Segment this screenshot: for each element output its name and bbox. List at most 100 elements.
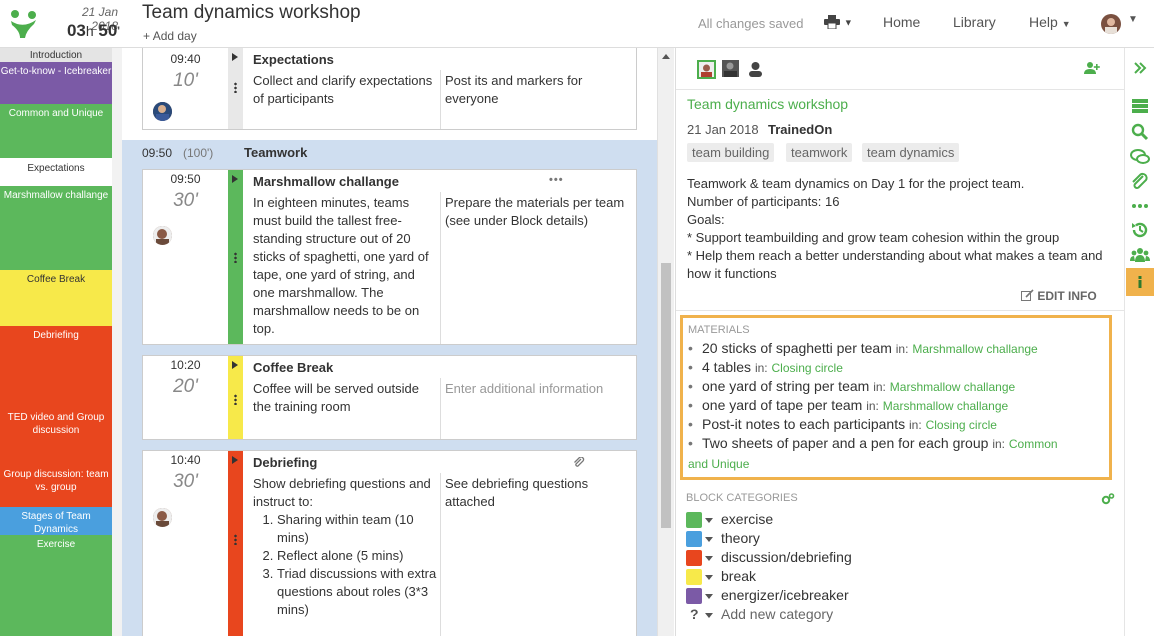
block-description[interactable]: Show debriefing questions and instruct t…: [253, 475, 438, 619]
color-swatch[interactable]: [686, 588, 702, 604]
scroll-up-icon[interactable]: [662, 54, 670, 59]
block-category-bar[interactable]: [228, 48, 243, 129]
timeline-item-ted-video[interactable]: TED video and Group discussion: [0, 408, 112, 465]
block-card-marshmallow[interactable]: 09:50 30' Marshmallow challange ••• In e…: [142, 169, 637, 345]
block-duration[interactable]: 20': [143, 376, 228, 398]
block-description[interactable]: Coffee will be served outside the traini…: [253, 380, 438, 416]
block-card-coffee-break[interactable]: 10:20 20' Coffee Break Coffee will be se…: [142, 355, 637, 440]
timeline-sidebar: Introduction Get-to-know - Icebreaker Co…: [0, 48, 122, 636]
timeline-item-icebreaker[interactable]: Get-to-know - Icebreaker: [0, 62, 112, 104]
timeline-item-marshmallow[interactable]: Marshmallow challange: [0, 186, 112, 270]
section-header[interactable]: 09:50 (100') Teamwork: [122, 142, 657, 166]
block-category-bar[interactable]: [228, 170, 243, 344]
more-options-icon[interactable]: [1130, 196, 1150, 216]
user-avatar[interactable]: [1101, 14, 1121, 34]
block-description[interactable]: Collect and clarify expectations of part…: [253, 72, 438, 108]
app-logo-icon[interactable]: [6, 7, 40, 41]
material-block-link[interactable]: Marshmallow challange: [912, 342, 1037, 356]
material-block-link[interactable]: Marshmallow challange: [890, 380, 1015, 394]
users-icon[interactable]: [1130, 245, 1150, 265]
drag-handle-icon[interactable]: [234, 252, 237, 263]
nav-library[interactable]: Library: [953, 14, 996, 30]
block-notes-placeholder[interactable]: Enter additional information: [445, 380, 635, 398]
double-chevron-right-icon[interactable]: [1130, 58, 1150, 78]
timeline-item-introduction[interactable]: Introduction: [0, 48, 112, 62]
block-duration[interactable]: 30': [143, 190, 228, 212]
timeline-item-debriefing[interactable]: Debriefing: [0, 326, 112, 408]
scrollbar-thumb[interactable]: [661, 263, 671, 528]
block-time[interactable]: 09:40: [143, 52, 228, 66]
block-time[interactable]: 10:20: [143, 358, 228, 372]
block-title[interactable]: Coffee Break: [253, 360, 333, 375]
nav-home[interactable]: Home: [883, 14, 920, 30]
color-swatch[interactable]: [686, 550, 702, 566]
timeline-item-coffee-break[interactable]: Coffee Break: [0, 270, 112, 326]
collaborator-avatar[interactable]: [722, 60, 739, 77]
block-card-expectations[interactable]: 09:40 10' Expectations Collect and clari…: [142, 48, 637, 130]
block-duration[interactable]: 30': [143, 471, 228, 493]
expand-arrow-icon[interactable]: [232, 361, 238, 369]
timeline-item-expectations[interactable]: Expectations: [0, 158, 112, 186]
page-title[interactable]: Team dynamics workshop: [142, 2, 361, 24]
color-swatch[interactable]: [686, 531, 702, 547]
block-notes[interactable]: See debriefing questions attached: [445, 475, 635, 511]
block-category-bar[interactable]: [228, 451, 243, 636]
drag-handle-icon[interactable]: [234, 394, 237, 405]
blocks-list-icon[interactable]: [1130, 96, 1150, 116]
chevron-down-icon[interactable]: [705, 594, 713, 599]
color-swatch[interactable]: [686, 512, 702, 528]
timeline-item-team-stages[interactable]: Stages of Team Dynamics: [0, 507, 112, 535]
chevron-down-icon[interactable]: [705, 537, 713, 542]
add-user-icon[interactable]: [1084, 61, 1100, 75]
more-options-icon[interactable]: •••: [549, 174, 564, 186]
info-icon[interactable]: [1130, 272, 1150, 292]
agenda-scrollbar[interactable]: [657, 48, 674, 636]
chevron-down-icon[interactable]: [705, 556, 713, 561]
block-duration[interactable]: 10': [143, 70, 228, 92]
section-title[interactable]: Teamwork: [244, 145, 307, 160]
drag-handle-icon[interactable]: [234, 534, 237, 545]
block-card-debriefing[interactable]: 10:40 30' Debriefing Show debriefing que…: [142, 450, 637, 636]
chevron-down-icon[interactable]: [705, 575, 713, 580]
nav-help[interactable]: Help ▼: [1029, 14, 1071, 30]
block-category-bar[interactable]: [228, 356, 243, 439]
drag-handle-icon[interactable]: [234, 82, 237, 93]
material-block-link[interactable]: Closing circle: [926, 418, 997, 432]
tag[interactable]: teamwork: [786, 143, 853, 162]
material-block-link[interactable]: Closing circle: [772, 361, 843, 375]
tag[interactable]: team building: [687, 143, 775, 162]
edit-info-button[interactable]: EDIT INFO: [1021, 289, 1097, 303]
chevron-down-icon[interactable]: [705, 518, 713, 523]
block-title[interactable]: Expectations: [253, 52, 334, 67]
paperclip-icon[interactable]: [573, 456, 585, 472]
color-swatch[interactable]: [686, 569, 702, 585]
material-block-link[interactable]: Marshmallow challange: [883, 399, 1008, 413]
chevron-down-icon[interactable]: [705, 613, 713, 618]
block-time[interactable]: 10:40: [143, 453, 228, 467]
block-title[interactable]: Marshmallow challange: [253, 174, 399, 189]
collaborator-avatar[interactable]: [747, 60, 764, 77]
history-icon[interactable]: [1130, 220, 1150, 240]
expand-arrow-icon[interactable]: [232, 175, 238, 183]
chevron-down-icon[interactable]: ▼: [1128, 14, 1138, 25]
comments-icon[interactable]: [1130, 147, 1150, 167]
add-day-button[interactable]: + Add day: [143, 29, 197, 43]
block-notes[interactable]: Prepare the materials per team (see unde…: [445, 194, 635, 230]
expand-arrow-icon[interactable]: [232, 456, 238, 464]
timeline-scrollbar[interactable]: [112, 48, 122, 636]
block-description[interactable]: In eighteen minutes, teams must build th…: [253, 194, 438, 338]
block-notes[interactable]: Post its and markers for everyone: [445, 72, 635, 108]
timeline-item-common-unique[interactable]: Common and Unique: [0, 104, 112, 158]
timeline-item-group-discussion[interactable]: Group discussion: team vs. group: [0, 465, 112, 507]
search-icon[interactable]: [1130, 122, 1150, 142]
print-button[interactable]: ▼: [824, 13, 853, 30]
info-title[interactable]: Team dynamics workshop: [687, 96, 848, 112]
tag[interactable]: team dynamics: [862, 143, 960, 162]
collaborator-avatar[interactable]: [697, 60, 716, 79]
block-title[interactable]: Debriefing: [253, 455, 317, 470]
expand-arrow-icon[interactable]: [232, 53, 238, 61]
paperclip-icon[interactable]: [1130, 172, 1150, 192]
block-time[interactable]: 09:50: [143, 172, 228, 186]
gears-icon[interactable]: [1101, 492, 1115, 506]
timeline-item-exercise[interactable]: Exercise: [0, 535, 112, 636]
